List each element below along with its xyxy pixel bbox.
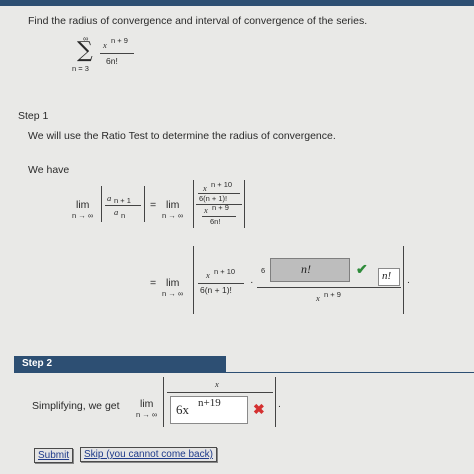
step2-period: . — [278, 398, 281, 410]
compound-bottom-exp: n + 9 — [212, 203, 229, 212]
compound-top-denominator: 6(n + 1)! — [199, 194, 228, 203]
answer-box-2[interactable]: n! — [378, 268, 400, 286]
step2-answer-exp: n+19 — [198, 397, 221, 409]
abs-bar-left-1 — [101, 186, 102, 222]
compound-bottom-base: x — [204, 205, 208, 215]
step1-title: Step 1 — [18, 110, 49, 122]
step2-text: Simplifying, we get — [32, 400, 120, 412]
lim-sub-3: n → ∞ — [162, 289, 184, 298]
a-next-base: a — [107, 193, 112, 203]
lim-label-2: lim — [166, 199, 180, 211]
series-fraction-bar — [100, 53, 134, 54]
line2-bottom-exp: n + 9 — [324, 290, 341, 299]
compound-bottom-denominator: 6n! — [210, 217, 221, 226]
abs-bar-right-3 — [403, 246, 404, 314]
step2-abs-left — [163, 377, 164, 427]
coefficient-6: 6 — [261, 266, 266, 275]
abs-bar-right-1 — [144, 186, 145, 222]
multiply-dot: · — [250, 276, 254, 288]
line2-bottom-base: x — [316, 293, 320, 303]
abs-bar-left-3 — [193, 246, 194, 314]
step2-top-x: x — [215, 379, 219, 389]
lim-sub-2: n → ∞ — [162, 211, 184, 220]
answer-box-1-value: n! — [301, 262, 311, 276]
a-base: a — [114, 207, 119, 217]
sigma-icon: ∑ — [77, 38, 93, 63]
compound-top-exp: n + 10 — [211, 180, 233, 189]
series-numerator-base: x — [103, 40, 107, 50]
problem-instruction: Find the radius of convergence and inter… — [28, 15, 368, 27]
step2-underline — [14, 372, 474, 373]
skip-button[interactable]: Skip (you cannot come back) — [80, 447, 217, 462]
step2-fraction-bar — [167, 392, 273, 393]
step1-text: We will use the Ratio Test to determine … — [28, 130, 336, 142]
lim-label-1: lim — [76, 199, 90, 211]
series-expression: ∞ ∑ n = 3 x n + 9 6n! — [68, 34, 138, 74]
a-sub: n — [121, 211, 126, 220]
submit-button[interactable]: Submit — [34, 448, 74, 463]
series-numerator-exponent: n + 9 — [111, 36, 128, 45]
abs-bar-left-2 — [193, 180, 194, 228]
step2-lim-sub: n → ∞ — [136, 410, 158, 419]
lim-label-3: lim — [166, 277, 180, 289]
series-denominator: 6n! — [106, 56, 118, 66]
line2-denominator: 6(n + 1)! — [200, 285, 232, 295]
step2-lim-label: lim — [140, 398, 154, 410]
line2-long-fraction-bar — [257, 287, 401, 288]
answer-box-2-value: n! — [382, 270, 392, 282]
step2-abs-right — [275, 377, 276, 427]
equals-2: = — [150, 277, 157, 289]
we-have-label: We have — [28, 164, 70, 176]
step2-header: Step 2 — [14, 356, 226, 372]
check-icon: ✔ — [356, 261, 368, 277]
line2-num-exp: n + 10 — [214, 267, 236, 276]
sum-lower-limit: n = 3 — [72, 64, 89, 73]
step2-title: Step 2 — [22, 358, 53, 369]
step2-answer-input[interactable]: 6x n+19 — [170, 396, 248, 424]
x-icon: ✖ — [253, 401, 265, 417]
line2-period: . — [407, 274, 410, 286]
equals-1: = — [150, 199, 157, 211]
abs-bar-right-2 — [244, 180, 245, 228]
step2-answer-base: 6x — [176, 402, 189, 417]
answer-box-1[interactable]: n! — [270, 258, 350, 282]
lim-sub-1: n → ∞ — [72, 211, 94, 220]
line2-fraction-bar — [198, 283, 244, 284]
compound-top-base: x — [203, 183, 207, 193]
line2-num-base: x — [206, 270, 210, 280]
ratio-fraction-bar — [105, 205, 141, 206]
a-next-sub: n + 1 — [114, 196, 131, 205]
